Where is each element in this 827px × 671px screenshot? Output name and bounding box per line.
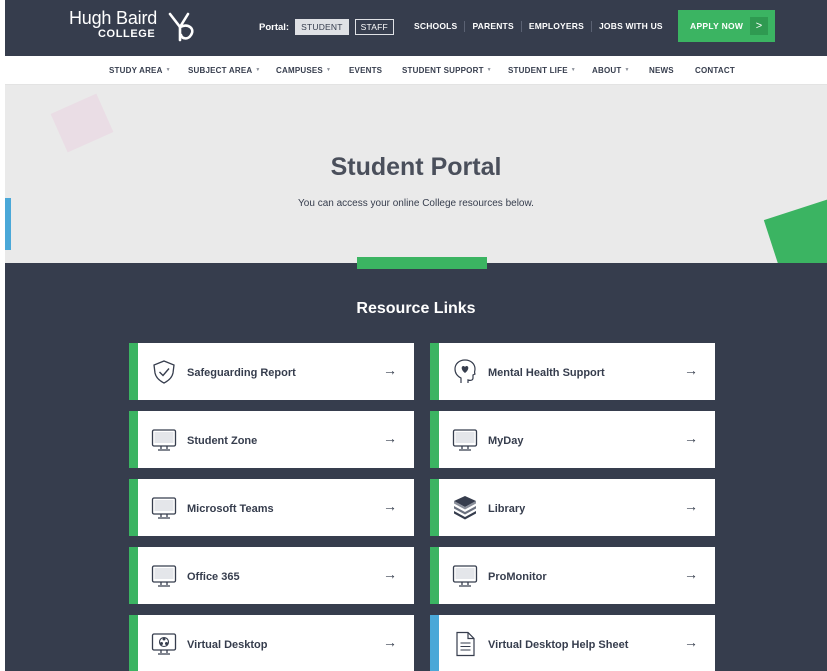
nav-item-news[interactable]: NEWS: [649, 66, 674, 75]
nav-label: CAMPUSES: [276, 66, 323, 75]
head-heart-icon: [454, 359, 476, 383]
arrow-right-icon: →: [684, 362, 698, 378]
nav-item-events[interactable]: EVENTS: [349, 66, 382, 75]
resource-card-mental-health-support[interactable]: Mental Health Support →: [430, 343, 715, 400]
nav-item-contact[interactable]: CONTACT: [695, 66, 735, 75]
resource-card-microsoft-teams[interactable]: Microsoft Teams →: [129, 479, 414, 536]
monitor-icon: [151, 429, 177, 451]
portal-student-button[interactable]: STUDENT: [295, 19, 349, 35]
resource-card-label: Safeguarding Report: [187, 367, 296, 379]
portal-label: Portal:: [259, 21, 290, 33]
resource-card-label: Virtual Desktop: [187, 639, 268, 651]
logo-mark-icon: [168, 12, 194, 42]
portal-switcher: Portal: STUDENT STAFF: [259, 19, 400, 35]
hero-section: Student Portal You can access your onlin…: [5, 85, 827, 263]
top-link-schools[interactable]: SCHOOLS: [407, 21, 464, 32]
nav-label: STUDENT SUPPORT: [402, 66, 484, 75]
shield-check-icon: [153, 360, 175, 384]
arrow-right-icon: →: [383, 566, 397, 582]
resource-card-virtual-desktop-help-sheet[interactable]: Virtual Desktop Help Sheet →: [430, 615, 715, 671]
resource-card-label: Library: [488, 503, 526, 515]
caret-down-icon: ▼: [165, 67, 171, 73]
nav-item-student-life[interactable]: STUDENT LIFE ▼: [508, 66, 576, 75]
resource-card-label: Student Zone: [187, 435, 258, 447]
top-link-jobs[interactable]: JOBS WITH US: [591, 21, 670, 32]
resource-card-label: MyDay: [488, 435, 524, 447]
nav-item-study-area[interactable]: STUDY AREA ▼: [109, 66, 171, 75]
arrow-right-icon: →: [383, 634, 397, 650]
chevron-right-icon: >: [750, 17, 768, 35]
caret-down-icon: ▼: [570, 67, 576, 73]
arrow-right-icon: →: [684, 566, 698, 582]
document-icon: [456, 631, 475, 657]
resource-card-label: Mental Health Support: [488, 367, 605, 379]
main-nav: STUDY AREA ▼ SUBJECT AREA ▼ CAMPUSES ▼ EVEN…: [5, 56, 827, 85]
arrow-right-icon: →: [684, 430, 698, 446]
page-title: Student Portal: [330, 153, 502, 181]
nav-label: EVENTS: [349, 66, 383, 75]
resource-card-label: Virtual Desktop Help Sheet: [488, 639, 629, 651]
caret-down-icon: ▼: [325, 67, 332, 73]
nav-label: SUBJECT AREA: [188, 66, 253, 75]
arrow-right-icon: →: [684, 498, 698, 514]
resource-card-promonitor[interactable]: ProMonitor →: [430, 547, 715, 604]
resource-card-student-zone[interactable]: Student Zone →: [129, 411, 414, 468]
virtual-desktop-icon: [151, 633, 177, 655]
resource-card-label: Office 365: [187, 571, 240, 583]
nav-item-about[interactable]: ABOUT ▼: [592, 66, 630, 75]
section-accent-bar: [357, 257, 487, 269]
apply-now-label: APPLY NOW: [690, 21, 744, 31]
resource-card-virtual-desktop[interactable]: Virtual Desktop →: [129, 615, 414, 671]
resource-links-section: Resource Links Safeguarding Report → Men…: [5, 257, 827, 671]
page-subtitle: You can access your online College resou…: [298, 198, 534, 209]
apply-now-button[interactable]: APPLY NOW >: [678, 10, 775, 42]
nav-label: STUDY AREA: [109, 66, 163, 75]
caret-down-icon: ▼: [486, 67, 492, 73]
top-bar: Hugh Baird COLLEGE Portal: STUDENT STAFF…: [5, 0, 827, 56]
nav-item-student-support[interactable]: STUDENT SUPPORT ▼: [402, 66, 492, 75]
top-link-employers[interactable]: EMPLOYERS: [520, 21, 591, 32]
arrow-right-icon: →: [383, 362, 397, 378]
decorative-shape: [50, 93, 114, 153]
resource-card-library[interactable]: Library →: [430, 479, 715, 536]
nav-label: CONTACT: [695, 66, 735, 75]
resource-card-myday[interactable]: MyDay →: [430, 411, 715, 468]
nav-item-subject-area[interactable]: SUBJECT AREA ▼: [188, 66, 261, 75]
caret-down-icon: ▼: [255, 67, 261, 73]
arrow-right-icon: →: [383, 430, 397, 446]
monitor-icon: [452, 429, 478, 451]
section-title: Resource Links: [356, 300, 476, 317]
resource-card-office-365[interactable]: Office 365 →: [129, 547, 414, 604]
monitor-icon: [151, 565, 177, 587]
arrow-right-icon: →: [684, 634, 698, 650]
monitor-icon: [452, 565, 478, 587]
college-logo[interactable]: Hugh Baird COLLEGE: [69, 8, 194, 42]
logo-name: Hugh Baird: [69, 8, 158, 28]
top-link-parents[interactable]: PARENTS: [464, 21, 520, 32]
top-links: SCHOOLS PARENTS EMPLOYERS JOBS WITH US: [407, 21, 670, 32]
books-icon: [454, 496, 476, 520]
resource-card-safeguarding-report[interactable]: Safeguarding Report →: [129, 343, 414, 400]
nav-label: STUDENT LIFE: [508, 66, 568, 75]
nav-label: NEWS: [649, 66, 674, 75]
portal-staff-button[interactable]: STAFF: [354, 19, 394, 35]
nav-item-campuses[interactable]: CAMPUSES ▼: [276, 66, 331, 75]
resource-card-label: Microsoft Teams: [187, 503, 274, 515]
arrow-right-icon: →: [383, 498, 397, 514]
caret-down-icon: ▼: [624, 67, 630, 73]
monitor-icon: [151, 497, 177, 519]
nav-label: ABOUT: [592, 66, 622, 75]
logo-sub: COLLEGE: [98, 28, 156, 40]
resource-card-label: ProMonitor: [488, 571, 547, 583]
